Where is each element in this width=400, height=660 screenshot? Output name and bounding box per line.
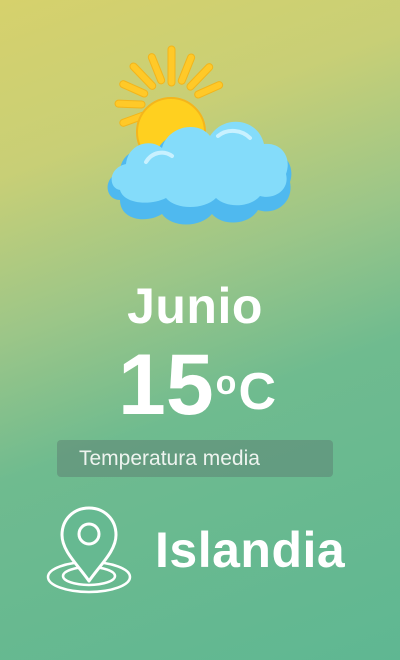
- caption-text: Temperatura media: [79, 447, 260, 470]
- month-label: Junio: [127, 278, 263, 334]
- sun-behind-cloud-icon: [107, 45, 292, 225]
- weather-card: Junio 15oC Temperatura media Islandia: [0, 0, 400, 660]
- temperature-unit: oC: [216, 362, 276, 422]
- caption-badge: Temperatura media: [57, 440, 333, 477]
- degree-symbol: o: [215, 364, 237, 402]
- map-pin-icon: [46, 506, 132, 594]
- celsius-unit: C: [238, 363, 277, 421]
- location-name: Islandia: [155, 522, 346, 578]
- temperature-value: 15: [118, 337, 214, 433]
- temperature-display: 15oC: [118, 340, 276, 430]
